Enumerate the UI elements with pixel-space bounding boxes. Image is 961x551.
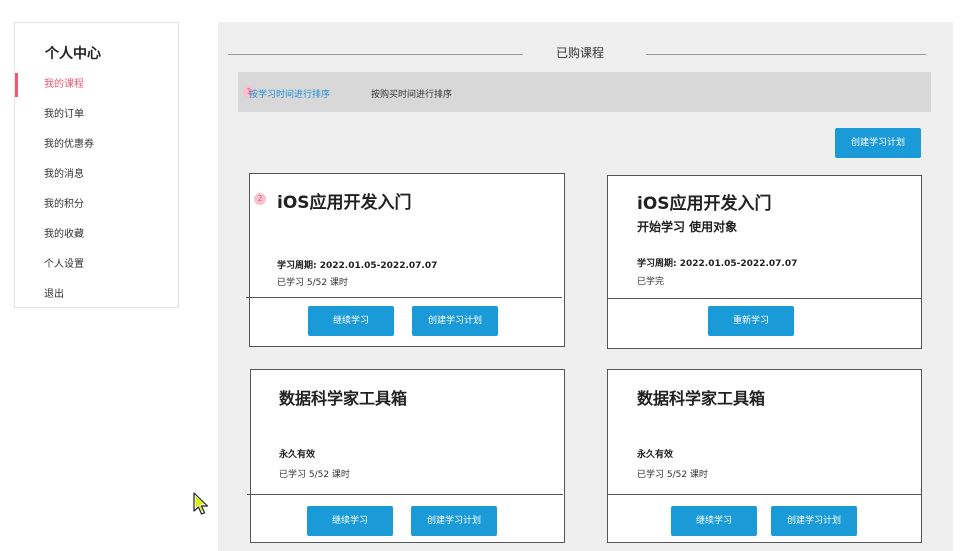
course-card: 数据科学家工具箱 永久有效 已学习 5/52 课时 继续学习 创建学习计划 — [247, 369, 565, 543]
card-divider — [247, 494, 563, 495]
study-progress: 已学习 5/52 课时 — [277, 278, 348, 288]
header-divider-left — [228, 54, 523, 55]
sidebar-item-my-messages[interactable]: 我的消息 — [15, 161, 178, 189]
course-card: 数据科学家工具箱 永久有效 已学习 5/52 课时 继续学习 创建学习计划 — [607, 369, 922, 543]
study-progress: 已学习 5/52 课时 — [279, 470, 350, 480]
sidebar-item-my-favorites[interactable]: 我的收藏 — [15, 221, 178, 249]
sort-bar: 1 按学习时间进行排序 按购买时间进行排序 — [238, 72, 931, 112]
sidebar: 个人中心 我的课程 我的订单 我的优惠券 我的消息 我的积分 我的收藏 个人设置… — [14, 22, 179, 308]
restart-study-button[interactable]: 重新学习 — [708, 306, 794, 336]
create-plan-button[interactable]: 创建学习计划 — [771, 506, 857, 536]
course-title: iOS应用开发入门 — [277, 193, 412, 213]
mouse-cursor-icon — [193, 492, 209, 515]
study-period: 学习周期: 2022.01.05-2022.07.07 — [637, 259, 798, 269]
card-divider — [608, 298, 921, 299]
study-progress: 已学习 5/52 课时 — [637, 470, 708, 480]
card-divider — [246, 297, 562, 298]
main-panel: 已购课程 1 按学习时间进行排序 按购买时间进行排序 创建学习计划 2 iOS应… — [218, 22, 953, 551]
continue-study-button[interactable]: 继续学习 — [308, 306, 394, 336]
page-title: 已购课程 — [556, 46, 605, 60]
create-plan-button[interactable]: 创建学习计划 — [412, 306, 498, 336]
continue-study-button[interactable]: 继续学习 — [671, 506, 757, 536]
create-plan-button[interactable]: 创建学习计划 — [411, 506, 497, 536]
study-period: 学习周期: 2022.01.05-2022.07.07 — [277, 261, 438, 271]
sidebar-item-my-points[interactable]: 我的积分 — [15, 191, 178, 219]
validity: 永久有效 — [637, 450, 674, 460]
course-subtitle: 开始学习 使用对象 — [637, 220, 738, 234]
course-title: iOS应用开发入门 — [637, 194, 772, 214]
create-plan-button[interactable]: 创建学习计划 — [835, 128, 921, 158]
header-divider-right — [646, 54, 926, 55]
sidebar-item-my-coupons[interactable]: 我的优惠券 — [15, 131, 178, 159]
course-card: 2 iOS应用开发入门 学习周期: 2022.01.05-2022.07.07 … — [246, 173, 565, 347]
sort-by-study-time[interactable]: 按学习时间进行排序 — [249, 87, 330, 100]
study-status: 已学完 — [637, 277, 665, 287]
course-card: iOS应用开发入门 开始学习 使用对象 学习周期: 2022.01.05-202… — [607, 175, 922, 349]
card-divider — [608, 494, 921, 495]
step-marker-2: 2 — [254, 193, 266, 205]
sidebar-item-logout[interactable]: 退出 — [15, 281, 178, 309]
validity: 永久有效 — [279, 450, 316, 460]
continue-study-button[interactable]: 继续学习 — [307, 506, 393, 536]
sidebar-item-my-orders[interactable]: 我的订单 — [15, 101, 178, 129]
sidebar-item-settings[interactable]: 个人设置 — [15, 251, 178, 279]
sidebar-title: 个人中心 — [45, 46, 101, 62]
sidebar-item-my-courses[interactable]: 我的课程 — [15, 71, 178, 99]
sort-by-purchase-time[interactable]: 按购买时间进行排序 — [371, 87, 452, 100]
course-title: 数据科学家工具箱 — [279, 389, 408, 408]
course-title: 数据科学家工具箱 — [637, 389, 766, 408]
